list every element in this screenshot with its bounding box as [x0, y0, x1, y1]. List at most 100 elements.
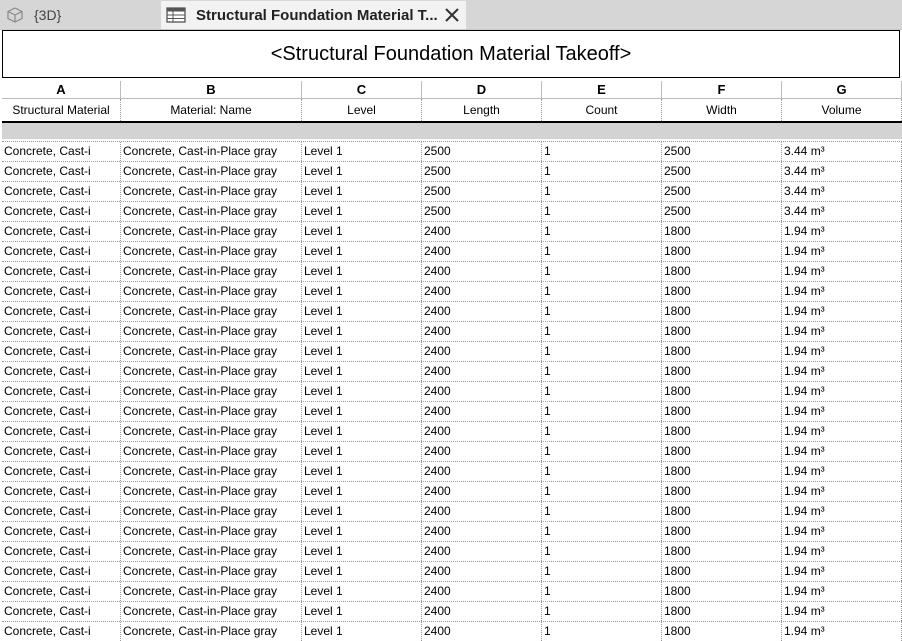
- cell-level[interactable]: Level 1: [302, 622, 422, 641]
- cell-level[interactable]: Level 1: [302, 482, 422, 501]
- cell-width[interactable]: 2500: [662, 162, 782, 181]
- table-row[interactable]: Concrete, Cast-i Concrete, Cast-in-Place …: [2, 341, 902, 361]
- cell-structural-material[interactable]: Concrete, Cast-i: [2, 242, 121, 261]
- header-count[interactable]: Count: [542, 99, 662, 121]
- cell-volume[interactable]: 1.94 m³: [782, 582, 902, 601]
- table-row[interactable]: Concrete, Cast-i Concrete, Cast-in-Place …: [2, 601, 902, 621]
- cell-width[interactable]: 1800: [662, 462, 782, 481]
- cell-count[interactable]: 1: [542, 162, 662, 181]
- table-row[interactable]: Concrete, Cast-i Concrete, Cast-in-Place …: [2, 581, 902, 601]
- cell-count[interactable]: 1: [542, 342, 662, 361]
- cell-count[interactable]: 1: [542, 482, 662, 501]
- cell-width[interactable]: 1800: [662, 302, 782, 321]
- cell-width[interactable]: 1800: [662, 422, 782, 441]
- cell-count[interactable]: 1: [542, 242, 662, 261]
- cell-length[interactable]: 2400: [422, 362, 542, 381]
- cell-width[interactable]: 1800: [662, 402, 782, 421]
- cell-volume[interactable]: 3.44 m³: [782, 202, 902, 221]
- cell-count[interactable]: 1: [542, 622, 662, 641]
- cell-level[interactable]: Level 1: [302, 562, 422, 581]
- cell-length[interactable]: 2400: [422, 222, 542, 241]
- cell-width[interactable]: 1800: [662, 522, 782, 541]
- cell-count[interactable]: 1: [542, 402, 662, 421]
- cell-material-name[interactable]: Concrete, Cast-in-Place gray: [121, 382, 302, 401]
- cell-volume[interactable]: 1.94 m³: [782, 342, 902, 361]
- table-row[interactable]: Concrete, Cast-i Concrete, Cast-in-Place …: [2, 241, 902, 261]
- cell-volume[interactable]: 1.94 m³: [782, 362, 902, 381]
- cell-structural-material[interactable]: Concrete, Cast-i: [2, 502, 121, 521]
- table-row[interactable]: Concrete, Cast-i Concrete, Cast-in-Place …: [2, 401, 902, 421]
- cell-structural-material[interactable]: Concrete, Cast-i: [2, 282, 121, 301]
- table-row[interactable]: Concrete, Cast-i Concrete, Cast-in-Place …: [2, 281, 902, 301]
- cell-material-name[interactable]: Concrete, Cast-in-Place gray: [121, 222, 302, 241]
- table-row[interactable]: Concrete, Cast-i Concrete, Cast-in-Place …: [2, 521, 902, 541]
- header-volume[interactable]: Volume: [782, 99, 902, 121]
- header-length[interactable]: Length: [422, 99, 542, 121]
- table-row[interactable]: Concrete, Cast-i Concrete, Cast-in-Place …: [2, 201, 902, 221]
- cell-count[interactable]: 1: [542, 522, 662, 541]
- table-row[interactable]: Concrete, Cast-i Concrete, Cast-in-Place …: [2, 361, 902, 381]
- table-row[interactable]: Concrete, Cast-i Concrete, Cast-in-Place …: [2, 561, 902, 581]
- cell-material-name[interactable]: Concrete, Cast-in-Place gray: [121, 502, 302, 521]
- cell-length[interactable]: 2400: [422, 462, 542, 481]
- cell-count[interactable]: 1: [542, 562, 662, 581]
- cell-material-name[interactable]: Concrete, Cast-in-Place gray: [121, 282, 302, 301]
- cell-material-name[interactable]: Concrete, Cast-in-Place gray: [121, 582, 302, 601]
- cell-structural-material[interactable]: Concrete, Cast-i: [2, 202, 121, 221]
- cell-volume[interactable]: 1.94 m³: [782, 222, 902, 241]
- cell-count[interactable]: 1: [542, 302, 662, 321]
- cell-width[interactable]: 1800: [662, 342, 782, 361]
- table-row[interactable]: Concrete, Cast-i Concrete, Cast-in-Place …: [2, 141, 902, 161]
- cell-material-name[interactable]: Concrete, Cast-in-Place gray: [121, 362, 302, 381]
- cell-structural-material[interactable]: Concrete, Cast-i: [2, 622, 121, 641]
- cell-volume[interactable]: 1.94 m³: [782, 622, 902, 641]
- cell-volume[interactable]: 1.94 m³: [782, 562, 902, 581]
- cell-level[interactable]: Level 1: [302, 282, 422, 301]
- cell-material-name[interactable]: Concrete, Cast-in-Place gray: [121, 342, 302, 361]
- header-material-name[interactable]: Material: Name: [121, 99, 302, 121]
- cell-length[interactable]: 2400: [422, 582, 542, 601]
- table-row[interactable]: Concrete, Cast-i Concrete, Cast-in-Place …: [2, 461, 902, 481]
- cell-structural-material[interactable]: Concrete, Cast-i: [2, 362, 121, 381]
- cell-length[interactable]: 2400: [422, 302, 542, 321]
- cell-count[interactable]: 1: [542, 602, 662, 621]
- cell-width[interactable]: 1800: [662, 322, 782, 341]
- cell-length[interactable]: 2400: [422, 322, 542, 341]
- cell-structural-material[interactable]: Concrete, Cast-i: [2, 562, 121, 581]
- header-width[interactable]: Width: [662, 99, 782, 121]
- cell-volume[interactable]: 1.94 m³: [782, 442, 902, 461]
- cell-structural-material[interactable]: Concrete, Cast-i: [2, 602, 121, 621]
- cell-structural-material[interactable]: Concrete, Cast-i: [2, 222, 121, 241]
- cell-count[interactable]: 1: [542, 582, 662, 601]
- cell-length[interactable]: 2400: [422, 262, 542, 281]
- cell-count[interactable]: 1: [542, 542, 662, 561]
- column-letter[interactable]: E: [542, 81, 662, 99]
- column-letter[interactable]: A: [2, 81, 121, 99]
- cell-volume[interactable]: 1.94 m³: [782, 302, 902, 321]
- column-letter[interactable]: G: [782, 81, 902, 99]
- cell-structural-material[interactable]: Concrete, Cast-i: [2, 382, 121, 401]
- cell-length[interactable]: 2400: [422, 622, 542, 641]
- cell-length[interactable]: 2400: [422, 342, 542, 361]
- cell-level[interactable]: Level 1: [302, 142, 422, 161]
- table-row[interactable]: Concrete, Cast-i Concrete, Cast-in-Place …: [2, 541, 902, 561]
- cell-length[interactable]: 2400: [422, 382, 542, 401]
- cell-level[interactable]: Level 1: [302, 362, 422, 381]
- table-row[interactable]: Concrete, Cast-i Concrete, Cast-in-Place …: [2, 161, 902, 181]
- cell-length[interactable]: 2500: [422, 202, 542, 221]
- cell-level[interactable]: Level 1: [302, 522, 422, 541]
- cell-level[interactable]: Level 1: [302, 602, 422, 621]
- cell-material-name[interactable]: Concrete, Cast-in-Place gray: [121, 462, 302, 481]
- cell-volume[interactable]: 3.44 m³: [782, 142, 902, 161]
- cell-count[interactable]: 1: [542, 282, 662, 301]
- cell-width[interactable]: 1800: [662, 282, 782, 301]
- cell-volume[interactable]: 1.94 m³: [782, 402, 902, 421]
- cell-volume[interactable]: 3.44 m³: [782, 182, 902, 201]
- cell-level[interactable]: Level 1: [302, 302, 422, 321]
- cell-material-name[interactable]: Concrete, Cast-in-Place gray: [121, 202, 302, 221]
- table-row[interactable]: Concrete, Cast-i Concrete, Cast-in-Place …: [2, 181, 902, 201]
- cell-width[interactable]: 1800: [662, 222, 782, 241]
- cell-count[interactable]: 1: [542, 202, 662, 221]
- cell-count[interactable]: 1: [542, 502, 662, 521]
- cell-width[interactable]: 1800: [662, 362, 782, 381]
